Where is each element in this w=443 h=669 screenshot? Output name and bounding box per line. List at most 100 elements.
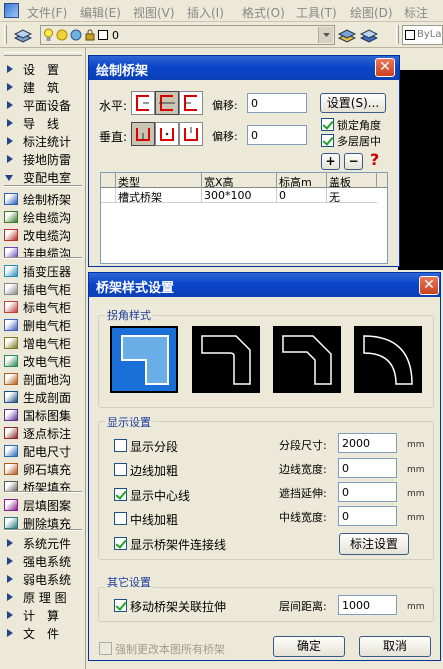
sidebar-item[interactable]: 强电系统 bbox=[0, 552, 86, 570]
show-centerline-checkbox[interactable] bbox=[114, 488, 127, 501]
sidebar-item[interactable]: 改电缆沟 bbox=[0, 226, 86, 244]
bold-edge-checkbox[interactable] bbox=[114, 463, 127, 476]
corner-style-option-3[interactable] bbox=[273, 326, 341, 393]
v-offset-input[interactable]: 0 bbox=[247, 125, 307, 145]
unit-label: mm bbox=[407, 602, 425, 612]
sidebar-item[interactable]: 剖面地沟 bbox=[0, 370, 86, 388]
floor-gap-input[interactable]: 1000 bbox=[338, 595, 397, 615]
sidebar-item-label: 系统元件 bbox=[23, 537, 72, 551]
cable-trench-icon bbox=[4, 211, 18, 223]
layer-previous-icon[interactable] bbox=[338, 27, 356, 43]
sidebar-item[interactable]: 卵石填充 bbox=[0, 460, 86, 478]
align-bottom-icon bbox=[136, 128, 150, 141]
sidebar-item[interactable]: 连电缆沟 bbox=[0, 244, 86, 262]
move-linkage-checkbox[interactable] bbox=[114, 599, 127, 612]
occlusion-extend-input[interactable]: 0 bbox=[338, 482, 397, 502]
v-align-bottom-button[interactable] bbox=[131, 122, 155, 146]
sidebar-item[interactable]: 平面设备 bbox=[0, 96, 86, 114]
v-align-middle-button[interactable] bbox=[155, 122, 179, 146]
sidebar-item[interactable]: 变配电室 bbox=[0, 168, 86, 186]
panel-grip[interactable] bbox=[4, 52, 82, 56]
menu-edit[interactable]: 编辑(E) bbox=[80, 4, 121, 21]
edge-width-input[interactable]: 0 bbox=[338, 458, 397, 478]
sidebar-item[interactable]: 增电气柜 bbox=[0, 334, 86, 352]
force-all-checkbox[interactable] bbox=[99, 642, 112, 655]
layer-state-icon[interactable] bbox=[360, 27, 378, 43]
remove-row-button[interactable]: − bbox=[344, 153, 363, 170]
sidebar-item[interactable]: 接地防雷 bbox=[0, 150, 86, 168]
sidebar-item[interactable]: 系统元件 bbox=[0, 534, 86, 552]
bridge-style-dialog: 桥架样式设置 ✕ 拐角样式 显示设置 显示分段 边线加粗 显示中心线 中线加粗 … bbox=[88, 272, 441, 661]
sidebar-item[interactable]: 弱电系统 bbox=[0, 570, 86, 588]
sidebar-item[interactable]: 改电气柜 bbox=[0, 352, 86, 370]
show-connector-checkbox[interactable] bbox=[114, 537, 127, 550]
linetype-value: ByLa bbox=[417, 29, 442, 40]
sidebar-item[interactable]: 建 筑 bbox=[0, 78, 86, 96]
menu-draw[interactable]: 绘图(D) bbox=[350, 4, 393, 21]
h-offset-input[interactable]: 0 bbox=[247, 93, 307, 113]
linetype-dropdown[interactable]: ByLa bbox=[402, 25, 443, 45]
sidebar-item[interactable]: 设 置 bbox=[0, 60, 86, 78]
cancel-button[interactable]: 取消 bbox=[359, 636, 431, 657]
sidebar-item[interactable]: 原 理 图 bbox=[0, 588, 86, 606]
collapsed-arrow-icon bbox=[7, 557, 13, 565]
segment-size-input[interactable]: 2000 bbox=[338, 433, 397, 453]
toolbar-grip[interactable] bbox=[396, 25, 399, 44]
show-segment-checkbox[interactable] bbox=[114, 439, 127, 452]
layer-dropdown-arrow[interactable] bbox=[318, 27, 333, 43]
sidebar-item[interactable]: 计 算 bbox=[0, 606, 86, 624]
corner-style-option-1[interactable] bbox=[110, 326, 178, 393]
h-align-left-button[interactable] bbox=[131, 91, 155, 115]
add-cabinet-icon bbox=[4, 337, 18, 349]
sidebar-item[interactable]: 桥架填充 bbox=[0, 478, 86, 496]
sidebar-item[interactable]: 标注统计 bbox=[0, 132, 86, 150]
menu-insert[interactable]: 插入(I) bbox=[187, 4, 224, 21]
sidebar-item[interactable]: 标电气柜 bbox=[0, 298, 86, 316]
ok-button[interactable]: 确定 bbox=[273, 636, 345, 657]
h-align-center-button[interactable] bbox=[155, 91, 179, 115]
app-icon[interactable] bbox=[4, 3, 19, 18]
sidebar-item[interactable]: 逐点标注 bbox=[0, 424, 86, 442]
centerline-width-input[interactable]: 0 bbox=[338, 506, 397, 526]
sidebar-item[interactable]: 生成剖面 bbox=[0, 388, 86, 406]
layer-manager-icon[interactable] bbox=[14, 27, 32, 43]
bevel-corner-icon bbox=[282, 335, 332, 385]
lock-angle-label: 锁定角度 bbox=[337, 119, 381, 132]
sidebar-item[interactable]: 层填图案 bbox=[0, 496, 86, 514]
table-row[interactable]: 槽式桥架 300*100 0 无 bbox=[101, 188, 377, 204]
settings-button[interactable]: 设置(S)... bbox=[320, 93, 386, 113]
sidebar-item-label: 绘电缆沟 bbox=[23, 211, 72, 225]
menu-file[interactable]: 文件(F) bbox=[27, 4, 67, 21]
label-settings-button[interactable]: 标注设置 bbox=[339, 533, 409, 555]
corner-style-option-4[interactable] bbox=[354, 326, 422, 393]
menu-format[interactable]: 格式(O) bbox=[242, 4, 285, 21]
sidebar-item-label: 文 件 bbox=[23, 627, 60, 641]
sidebar-item[interactable]: 插变压器 bbox=[0, 262, 86, 280]
multilayer-center-checkbox[interactable] bbox=[321, 134, 334, 147]
sidebar-item[interactable]: 配电尺寸 bbox=[0, 442, 86, 460]
v-align-top-button[interactable] bbox=[179, 122, 203, 146]
drawing-canvas[interactable] bbox=[398, 70, 443, 270]
close-icon[interactable]: ✕ bbox=[419, 276, 439, 295]
left-tool-panel: 设 置建 筑平面设备导 线标注统计 接地防雷 变配电室绘制桥架绘电缆沟 改电缆沟 连电缆… bbox=[0, 48, 86, 669]
h-align-right-button[interactable] bbox=[179, 91, 203, 115]
sidebar-item-label: 增电气柜 bbox=[23, 337, 72, 351]
bold-centerline-checkbox[interactable] bbox=[114, 512, 127, 525]
sidebar-item[interactable]: 绘电缆沟 bbox=[0, 208, 86, 226]
help-icon[interactable]: ? bbox=[370, 150, 379, 169]
layer-dropdown[interactable]: 0 bbox=[40, 25, 335, 45]
add-row-button[interactable]: + bbox=[321, 153, 340, 170]
sidebar-item[interactable]: 导 线 bbox=[0, 114, 86, 132]
close-icon[interactable]: ✕ bbox=[375, 58, 395, 77]
toolbar-grip[interactable] bbox=[4, 25, 7, 44]
menu-view[interactable]: 视图(V) bbox=[133, 4, 175, 21]
sidebar-item[interactable]: 国标图集 bbox=[0, 406, 86, 424]
sidebar-item[interactable]: 插电气柜 bbox=[0, 280, 86, 298]
sidebar-item-label: 标注统计 bbox=[23, 135, 72, 149]
corner-style-option-2[interactable] bbox=[192, 326, 260, 393]
lock-angle-checkbox[interactable] bbox=[321, 118, 334, 131]
sidebar-item[interactable]: 文 件 bbox=[0, 624, 86, 642]
sidebar-item[interactable]: 删电气柜 bbox=[0, 316, 86, 334]
menu-tools[interactable]: 工具(T) bbox=[296, 4, 337, 21]
sidebar-item[interactable]: 绘制桥架 bbox=[0, 190, 86, 208]
